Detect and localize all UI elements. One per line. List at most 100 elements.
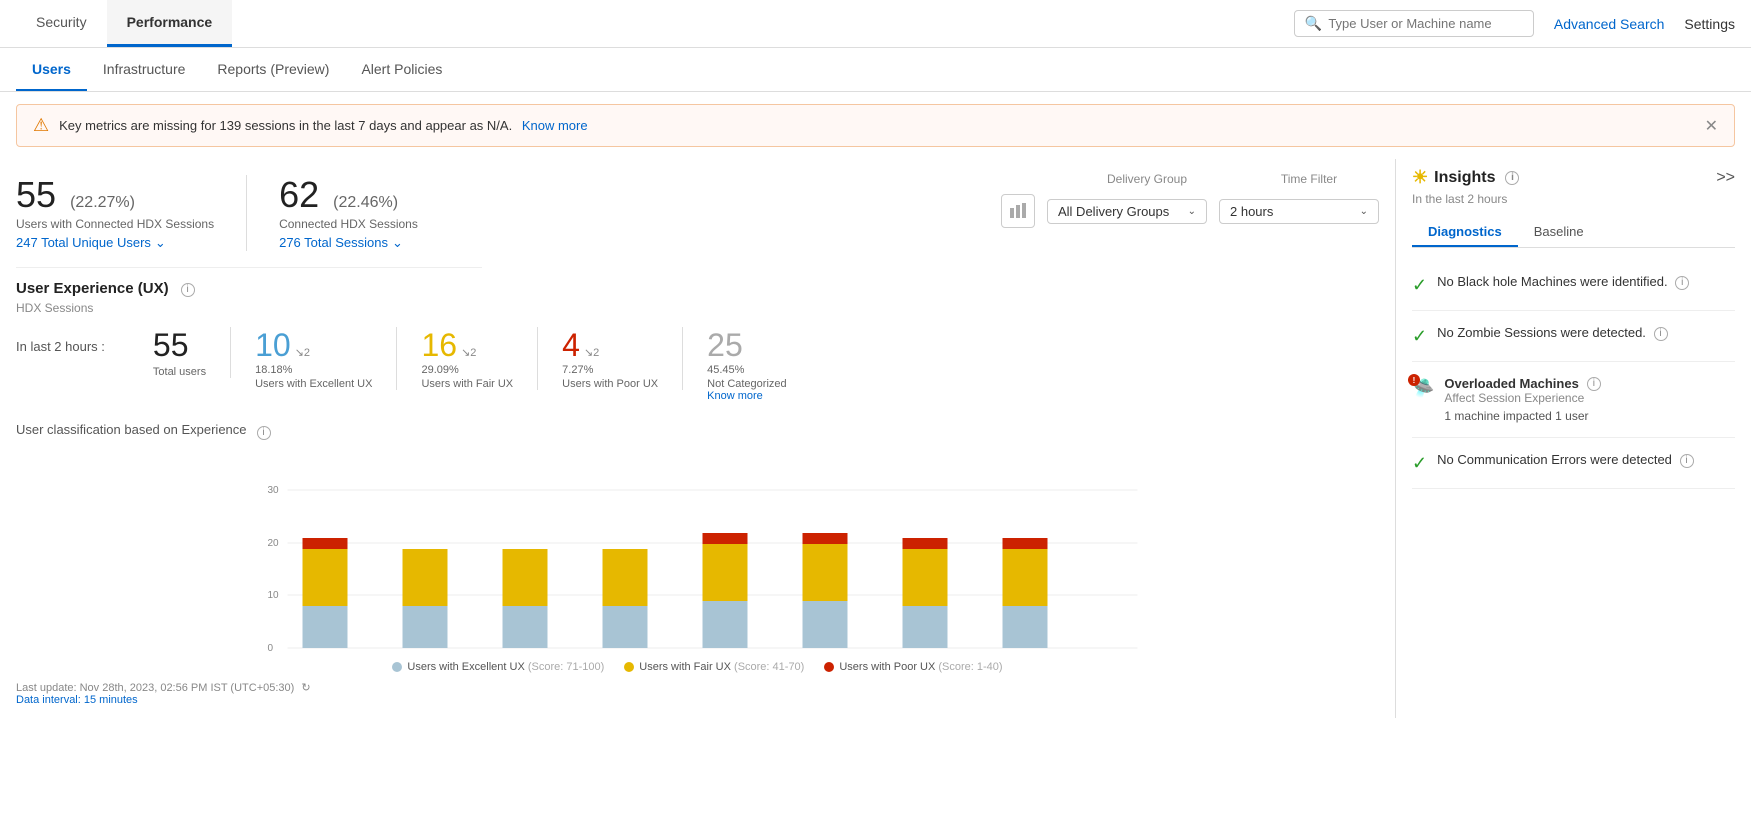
legend-label-excellent: Users with Excellent UX (Score: 71-100) [407, 661, 604, 673]
ux-uncategorized-label: Not Categorized [707, 378, 787, 390]
time-filter-select[interactable]: 2 hours ⌄ [1219, 199, 1379, 224]
ux-excellent-delta: ↘2 [295, 346, 310, 359]
overloaded-icon-wrapper: 🛸 ! [1412, 378, 1434, 399]
ux-info-icon[interactable]: i [181, 283, 195, 297]
data-interval-link[interactable]: Data interval: 15 minutes [16, 694, 138, 706]
chart-legend: Users with Excellent UX (Score: 71-100) … [16, 661, 1379, 673]
stats-filters-wrapper: 55 (22.27%) Users with Connected HDX Ses… [16, 159, 1379, 268]
legend-dot-excellent [392, 662, 402, 672]
alert-know-more-link[interactable]: Know more [522, 118, 588, 133]
overloaded-warning-badge: ! [1408, 374, 1420, 386]
ux-excellent-percent: 18.18% [255, 364, 292, 376]
chevron-down-icon: ⌄ [155, 235, 166, 251]
stat-connected-users: 55 (22.27%) Users with Connected HDX Ses… [16, 175, 247, 251]
ux-fair-percent: 29.09% [421, 364, 458, 376]
svg-text:30: 30 [268, 485, 280, 496]
sub-nav-tab-users[interactable]: Users [16, 48, 87, 91]
insight-item-zombie: ✓ No Zombie Sessions were detected. i [1412, 311, 1735, 362]
chart-info-icon[interactable]: i [257, 426, 271, 440]
alert-close-button[interactable]: ✕ [1705, 116, 1718, 136]
ux-stat-poor: 4 ↘2 7.27% Users with Poor UX [538, 327, 683, 390]
ux-total-label: Total users [153, 366, 206, 378]
tab-security[interactable]: Security [16, 0, 107, 47]
ux-total-number: 55 [153, 327, 189, 364]
ux-section: User Experience (UX) i HDX Sessions In l… [16, 268, 1379, 718]
sub-nav: Users Infrastructure Reports (Preview) A… [0, 48, 1751, 92]
top-nav-tabs: Security Performance [16, 0, 232, 47]
ux-poor-number: 4 ↘2 [562, 327, 599, 364]
ux-stats-row: In last 2 hours : 55 Total users 10 ↘2 1… [16, 327, 1379, 402]
stat-number-sessions: 62 (22.46%) [279, 175, 418, 215]
ux-subtitle: HDX Sessions [16, 301, 1379, 315]
ux-section-title: User Experience (UX) [16, 280, 169, 297]
ux-poor-label: Users with Poor UX [562, 378, 658, 390]
chart-title: User classification based on Experience [16, 422, 247, 437]
ux-fair-delta: ↘2 [461, 346, 476, 359]
zombie-info-icon[interactable]: i [1654, 327, 1668, 341]
blackhole-info-icon[interactable]: i [1675, 276, 1689, 290]
search-input[interactable] [1328, 16, 1523, 31]
ux-time-label: In last 2 hours : [16, 327, 105, 354]
insights-tab-diagnostics[interactable]: Diagnostics [1412, 218, 1518, 247]
total-sessions-link[interactable]: 276 Total Sessions ⌄ [279, 235, 418, 251]
delivery-time-filters: Delivery Group Time Filter [1001, 171, 1379, 228]
sub-nav-tab-reports[interactable]: Reports (Preview) [201, 48, 345, 91]
chevron-down-icon-2: ⌄ [392, 235, 403, 251]
filter-labels-row: Delivery Group Time Filter [1067, 171, 1379, 186]
chart-icon-button[interactable] [1001, 194, 1035, 228]
ux-poor-delta: ↘2 [584, 346, 599, 359]
chart-container: 0 10 20 30 12:45 PM [16, 453, 1379, 653]
commerrors-info-icon[interactable]: i [1680, 454, 1694, 468]
legend-excellent: Users with Excellent UX (Score: 71-100) [392, 661, 604, 673]
chart-area: User classification based on Experience … [16, 422, 1379, 706]
filter-controls-row: All Delivery Groups ⌄ 2 hours ⌄ [1001, 194, 1379, 228]
refresh-icon[interactable]: ↻ [301, 682, 310, 694]
ux-uncategorized-number: 25 [707, 327, 743, 364]
overloaded-detail: 1 machine impacted 1 user [1444, 409, 1600, 423]
search-box[interactable]: 🔍 [1294, 10, 1534, 37]
insights-expand-button[interactable]: >> [1716, 169, 1735, 187]
check-icon-commerrors: ✓ [1412, 453, 1427, 474]
ux-stat-uncategorized: 25 45.45% Not Categorized Know more [683, 327, 811, 402]
insights-info-icon[interactable]: i [1505, 171, 1519, 185]
advanced-search-link[interactable]: Advanced Search [1554, 16, 1665, 32]
insight-item-commerrors: ✓ No Communication Errors were detected … [1412, 438, 1735, 489]
delivery-group-select[interactable]: All Delivery Groups ⌄ [1047, 199, 1207, 224]
check-icon-zombie: ✓ [1412, 326, 1427, 347]
ux-fair-label: Users with Fair UX [421, 378, 513, 390]
insight-item-overloaded: 🛸 ! Overloaded Machines i Affect Session… [1412, 362, 1735, 438]
chart-svg: 0 10 20 30 12:45 PM [16, 453, 1379, 653]
settings-link[interactable]: Settings [1684, 16, 1735, 32]
insights-header: ☀ Insights i >> [1412, 167, 1735, 188]
overloaded-subtitle: Affect Session Experience [1444, 391, 1600, 405]
legend-label-poor: Users with Poor UX (Score: 1-40) [839, 661, 1002, 673]
right-panel: ☀ Insights i >> In the last 2 hours Diag… [1395, 159, 1735, 718]
ux-fair-number: 16 ↘2 [421, 327, 476, 364]
main-content: 55 (22.27%) Users with Connected HDX Ses… [0, 159, 1751, 718]
insights-tab-baseline[interactable]: Baseline [1518, 218, 1600, 247]
legend-dot-fair [624, 662, 634, 672]
ux-uncategorized-percent: 45.45% [707, 364, 744, 376]
top-nav: Security Performance 🔍 Advanced Search S… [0, 0, 1751, 48]
time-filter-chevron: ⌄ [1360, 206, 1368, 217]
total-unique-users-link[interactable]: 247 Total Unique Users ⌄ [16, 235, 214, 251]
insights-subtitle: In the last 2 hours [1412, 192, 1735, 206]
chart-footer: Last update: Nov 28th, 2023, 02:56 PM IS… [16, 681, 1379, 706]
sub-nav-tab-alert-policies[interactable]: Alert Policies [345, 48, 458, 91]
tab-performance[interactable]: Performance [107, 0, 233, 47]
ux-poor-percent: 7.27% [562, 364, 593, 376]
know-more-link[interactable]: Know more [707, 390, 763, 402]
commerrors-text: No Communication Errors were detected [1437, 452, 1672, 467]
delivery-group-chevron: ⌄ [1188, 206, 1196, 217]
ux-stat-fair: 16 ↘2 29.09% Users with Fair UX [397, 327, 538, 390]
overloaded-info-icon[interactable]: i [1587, 377, 1601, 391]
ux-stat-excellent: 10 ↘2 18.18% Users with Excellent UX [231, 327, 397, 390]
overloaded-title: Overloaded Machines [1444, 376, 1578, 391]
search-icon: 🔍 [1305, 15, 1322, 32]
zombie-text: No Zombie Sessions were detected. [1437, 325, 1646, 340]
alert-banner: ⚠ Key metrics are missing for 139 sessio… [16, 104, 1735, 147]
sub-nav-tab-infrastructure[interactable]: Infrastructure [87, 48, 201, 91]
legend-dot-poor [824, 662, 834, 672]
stat-number-users: 55 (22.27%) [16, 175, 214, 215]
insight-item-blackhole: ✓ No Black hole Machines were identified… [1412, 260, 1735, 311]
